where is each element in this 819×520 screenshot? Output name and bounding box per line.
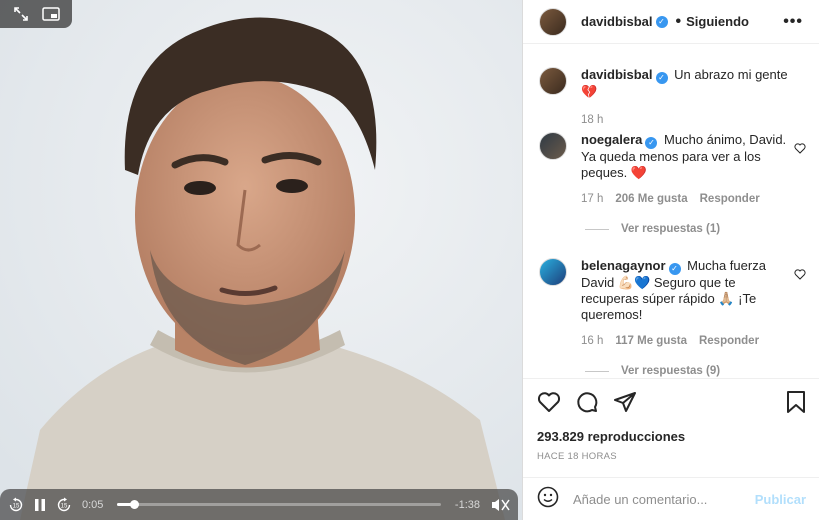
publish-button[interactable]: Publicar [755,492,806,507]
divider-line [585,228,609,230]
heart-icon[interactable] [794,141,806,159]
list-item: belenagaynor ✓ Mucha fuerza David 💪🏻💙 Seg… [539,258,809,349]
current-time: 0:05 [82,498,104,511]
progress-knob[interactable] [129,500,139,509]
view-count[interactable]: 293.829 reproducciones [537,429,685,444]
comment-bubble-icon[interactable] [575,390,599,419]
caption: davidbisbal ✓ Un abrazo mi gente 💔 18 h [539,67,809,128]
video-control-bar: 15 15 0:05 -1:38 [0,489,518,520]
video-top-controls [0,0,72,28]
view-replies-label: Ver respuestas (9) [621,365,721,377]
verified-badge-icon: ✓ [655,72,668,84]
view-replies-button[interactable]: Ver respuestas (9) [585,365,720,377]
heart-emoji: ❤️ [630,165,648,180]
remaining-time: -1:38 [454,498,480,511]
mute-icon[interactable] [490,497,510,513]
action-icons [537,390,806,419]
reply-button[interactable]: Responder [699,333,759,349]
verified-badge-icon: ✓ [645,137,658,149]
instagram-post-modal: 15 15 0:05 -1:38 davidbisbal ✓ • Siguien… [0,0,819,520]
avatar[interactable] [539,132,567,160]
separator-dot: • [675,12,682,30]
comment-time: 17 h [581,193,604,205]
more-options-icon[interactable]: ••• [783,13,803,31]
view-replies-label: Ver respuestas (1) [621,223,721,235]
emoji-smiley-icon[interactable] [537,486,559,513]
comment-username[interactable]: noegalera [581,132,642,147]
forward-15-icon[interactable]: 15 [56,497,72,513]
verified-badge-icon: ✓ [655,15,668,28]
progress-track[interactable] [117,500,441,509]
muscle-heart-emoji: 💪🏻💙 [617,275,651,290]
author-username[interactable]: davidbisbal [581,14,653,29]
comment-likes[interactable]: 206 Me gusta [615,191,687,207]
comment-likes[interactable]: 117 Me gusta [615,333,687,349]
verified-badge-icon: ✓ [668,263,681,275]
add-comment-bar: Añade un comentario... Publicar [523,477,819,520]
follow-status-button[interactable]: Siguiendo [686,14,749,29]
video-frame [0,0,522,520]
video-player[interactable]: 15 15 0:05 -1:38 [0,0,522,520]
list-item: noegalera ✓ Mucho ánimo, David. Ya queda … [539,132,809,207]
post-actions: 293.829 reproducciones HACE 18 HORAS Aña… [523,378,819,520]
expand-icon[interactable] [13,6,29,22]
heart-icon[interactable] [794,267,806,285]
caption-text: Un abrazo mi gente [674,67,788,82]
divider-line [585,370,609,372]
pray-emoji: 🙏🏼 [718,291,735,306]
share-paper-plane-icon[interactable] [613,390,637,419]
posted-time: HACE 18 HORAS [537,451,617,462]
rewind-15-icon[interactable]: 15 [8,497,24,513]
like-heart-icon[interactable] [537,391,561,418]
avatar[interactable] [539,258,567,286]
post-side-panel: davidbisbal ✓ • Siguiendo ••• davidbisba… [522,0,819,520]
caption-time: 18 h [581,114,604,126]
comments-list[interactable]: davidbisbal ✓ Un abrazo mi gente 💔 18 h n… [523,45,819,377]
reply-button[interactable]: Responder [700,191,760,207]
avatar[interactable] [539,7,567,36]
forward-label: 15 [61,503,68,509]
comment-time: 16 h [581,335,604,347]
avatar[interactable] [539,67,567,95]
picture-in-picture-icon[interactable] [41,7,60,21]
broken-heart-emoji: 💔 [581,84,598,99]
bookmark-icon[interactable] [786,390,806,419]
comment-input[interactable]: Añade un comentario... [573,492,755,507]
post-header: davidbisbal ✓ • Siguiendo ••• [523,0,819,44]
comment-username[interactable]: belenagaynor [581,258,666,273]
caption-username[interactable]: davidbisbal [581,67,653,82]
view-replies-button[interactable]: Ver respuestas (1) [585,223,720,235]
pause-icon[interactable] [34,498,46,512]
rewind-label: 15 [13,503,20,509]
